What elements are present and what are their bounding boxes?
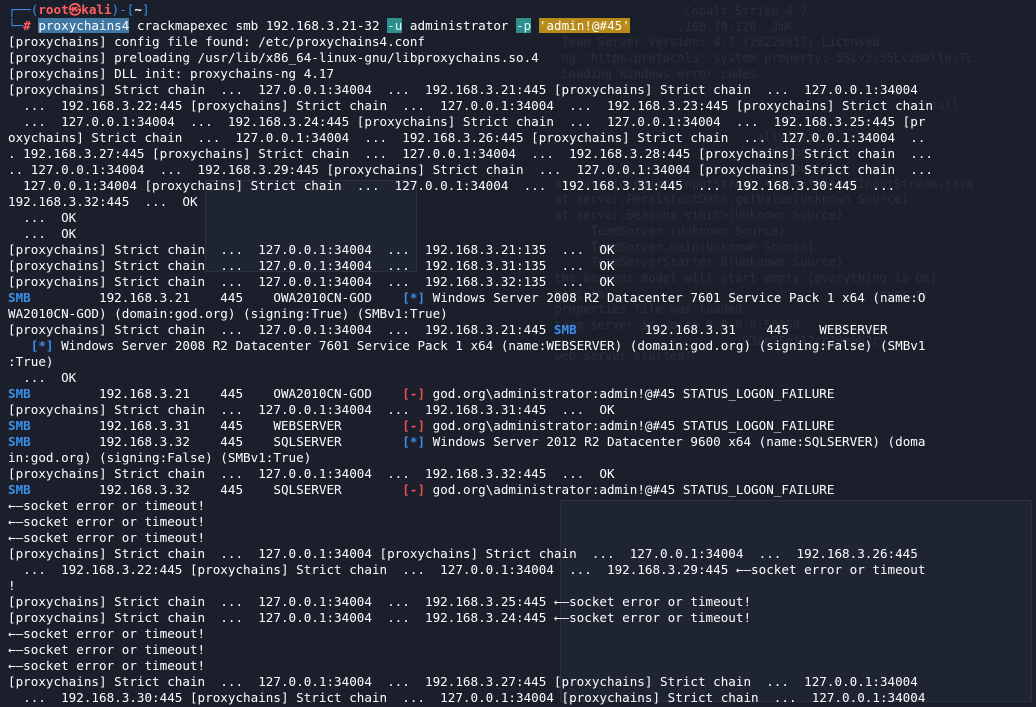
- smb-text: Windows Server 2008 R2 Datacenter 7601 S…: [425, 290, 926, 305]
- smb-row-sql-info: SMB 192.168.3.32 445 SQLSERVER [*] Windo…: [8, 434, 1036, 450]
- smb-indent: [8, 338, 31, 353]
- smb-row-wrap: in:god.org) (signing:False) (SMBv1:True): [8, 450, 312, 465]
- output-line: ←—socket error or timeout!: [8, 530, 206, 545]
- prompt-path: ~: [134, 2, 142, 17]
- fail-tag: [-]: [402, 482, 426, 497]
- smb-host: 192.168.3.31 445 WEBSERVER: [30, 418, 403, 433]
- smb-row-wrap: WA2010CN-GOD) (domain:god.org) (signing:…: [8, 306, 448, 321]
- output-line: [proxychains] Strict chain ... 127.0.0.1…: [8, 546, 918, 561]
- output-line: 192.168.3.32:445 ... OK: [8, 194, 198, 209]
- output-line: ... 192.168.3.22:445 [proxychains] Stric…: [8, 98, 934, 113]
- smb-text: god.org\administrator:admin!@#45 STATUS_…: [425, 482, 835, 497]
- prompt-corner-bottom: └─: [8, 18, 24, 33]
- smb-row-owa-info: SMB 192.168.3.21 445 OWA2010CN-GOD [*] W…: [8, 290, 1036, 306]
- prompt-corner-top: ┌──(: [8, 2, 39, 17]
- fail-tag: [-]: [402, 418, 426, 433]
- smb-text: Windows Server 2012 R2 Datacenter 9600 x…: [425, 434, 926, 449]
- smb-host: 192.168.3.21 445 OWA2010CN-GOD: [30, 290, 403, 305]
- smb-label: SMB: [8, 418, 31, 433]
- command-line[interactable]: └─# proxychains4 crackmapexec smb 192.16…: [8, 18, 1036, 34]
- smb-label: SMB: [8, 290, 31, 305]
- terminal[interactable]: ┌──(root㉿kali)-[~] └─# proxychains4 crac…: [8, 2, 1036, 706]
- output-line: ... OK: [8, 210, 77, 225]
- command-tool: proxychains4: [38, 18, 130, 33]
- output-line: ... 127.0.0.1:34004 ... 192.168.3.24:445…: [8, 114, 926, 129]
- output-line: [proxychains] Strict chain ... 127.0.0.1…: [8, 610, 752, 625]
- smb-row-web-fail: SMB 192.168.3.31 445 WEBSERVER [-] god.o…: [8, 418, 1036, 434]
- command-args: crackmapexec smb 192.168.3.21-32: [129, 18, 388, 33]
- smb-label: SMB: [8, 482, 31, 497]
- ok-line: ... OK: [8, 370, 77, 385]
- output-line: .. 127.0.0.1:34004 ... 192.168.3.29:445 …: [8, 162, 934, 177]
- output-line: 127.0.0.1:34004 [proxychains] Strict cha…: [8, 178, 896, 193]
- output-line: [proxychains] preloading /usr/lib/x86_64…: [8, 50, 539, 65]
- chain-prefix: [proxychains] Strict chain ... 127.0.0.1…: [8, 322, 554, 337]
- tail-block: ←—socket error or timeout! ←—socket erro…: [8, 498, 1036, 706]
- info-tag: [*]: [30, 338, 54, 353]
- output-line: !: [8, 578, 16, 593]
- output-line: ←—socket error or timeout!: [8, 658, 206, 673]
- smb-host: 192.168.3.21 445 OWA2010CN-GOD: [30, 386, 403, 401]
- info-tag: [*]: [402, 290, 426, 305]
- command-password: 'admin!@#45': [538, 18, 630, 33]
- smb-label: SMB: [8, 434, 31, 449]
- smb-label: SMB: [8, 386, 31, 401]
- smb-host: 192.168.3.32 445 SQLSERVER: [30, 482, 403, 497]
- prompt-hash: #: [23, 18, 31, 33]
- output-line: [proxychains] Strict chain ... 127.0.0.1…: [8, 242, 615, 257]
- output-line: ←—socket error or timeout!: [8, 626, 206, 641]
- smb-row-wrap: :True): [8, 354, 54, 369]
- prompt-line-1: ┌──(root㉿kali)-[~]: [8, 2, 1036, 18]
- command-space: [531, 18, 539, 33]
- smb-text: Windows Server 2008 R2 Datacenter 7601 S…: [53, 338, 926, 353]
- output-line: [proxychains] Strict chain ... 127.0.0.1…: [8, 594, 752, 609]
- output-line: ←—socket error or timeout!: [8, 514, 206, 529]
- output-line: [proxychains] Strict chain ... 127.0.0.1…: [8, 274, 615, 289]
- smb-row-web-info: [proxychains] Strict chain ... 127.0.0.1…: [8, 322, 1036, 338]
- output-line: oxychains] Strict chain ... 127.0.0.1:34…: [8, 130, 926, 145]
- smb-row-owa-fail: SMB 192.168.3.21 445 OWA2010CN-GOD [-] g…: [8, 386, 1036, 402]
- smb-host: 192.168.3.32 445 SQLSERVER: [30, 434, 403, 449]
- smb-label: SMB: [553, 322, 577, 337]
- info-tag: [*]: [402, 434, 426, 449]
- smb-results: SMB 192.168.3.21 445 OWA2010CN-GOD [*] W…: [8, 290, 1036, 498]
- output-line: [proxychains] Strict chain ... 127.0.0.1…: [8, 82, 918, 97]
- command-user: administrator: [402, 18, 517, 33]
- output-line: . 192.168.3.27:445 [proxychains] Strict …: [8, 146, 934, 161]
- prompt-end: ]: [141, 2, 150, 17]
- output-block: [proxychains] config file found: /etc/pr…: [8, 34, 1036, 290]
- fail-tag: [-]: [402, 386, 426, 401]
- smb-text: god.org\administrator:admin!@#45 STATUS_…: [425, 386, 835, 401]
- command-flag-u: -u: [387, 18, 403, 33]
- output-line: [proxychains] Strict chain ... 127.0.0.1…: [8, 674, 918, 689]
- prompt-user-host: root㉿kali: [38, 2, 112, 17]
- chain-line: [proxychains] Strict chain ... 127.0.0.1…: [8, 466, 615, 481]
- smb-host: 192.168.3.31 445 WEBSERVER: [576, 322, 888, 337]
- output-line: ←—socket error or timeout!: [8, 642, 206, 657]
- output-line: [proxychains] Strict chain ... 127.0.0.1…: [8, 258, 615, 273]
- output-line: ... 192.168.3.22:445 [proxychains] Stric…: [8, 562, 926, 577]
- smb-row-sql-fail: SMB 192.168.3.32 445 SQLSERVER [-] god.o…: [8, 482, 1036, 498]
- chain-line: [proxychains] Strict chain ... 127.0.0.1…: [8, 402, 615, 417]
- output-line: [proxychains] DLL init: proxychains-ng 4…: [8, 66, 335, 81]
- output-line: ←—socket error or timeout!: [8, 498, 206, 513]
- output-line: [proxychains] config file found: /etc/pr…: [8, 34, 426, 49]
- prompt-mid: )-[: [111, 2, 135, 17]
- command-flag-p: -p: [516, 18, 532, 33]
- output-line: ... OK: [8, 226, 77, 241]
- smb-row-wrap: [*] Windows Server 2008 R2 Datacenter 76…: [8, 338, 1036, 354]
- smb-text: god.org\administrator:admin!@#45 STATUS_…: [425, 418, 835, 433]
- output-line: ... 192.168.3.30:445 [proxychains] Stric…: [8, 690, 926, 705]
